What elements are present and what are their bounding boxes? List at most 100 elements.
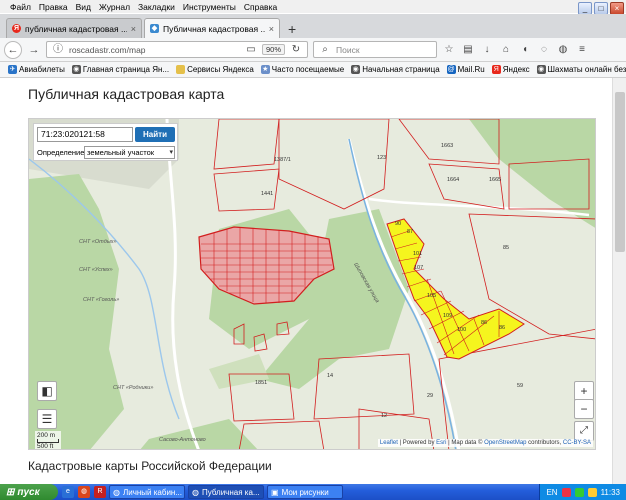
url-bar[interactable]: ⓘ roscadastr.com/map ▭ 90% ↻ (46, 41, 308, 58)
scrollbar-thumb[interactable] (615, 92, 625, 252)
tab-cadastral-2[interactable]: ◆ Публичная кадастровая ... × (144, 18, 280, 38)
volume-icon[interactable] (587, 487, 597, 497)
mailru-icon: @ (446, 65, 456, 74)
folder-icon: ▣ (271, 487, 279, 497)
menu-bar: Файл Правка Вид Журнал Закладки Инструме… (0, 0, 626, 15)
menu-help[interactable]: Справка (240, 2, 281, 12)
definition-select[interactable]: земельный участок ▾ (84, 146, 175, 159)
tab-strip: Я публичная кадастровая ... × ◆ Публична… (0, 14, 626, 38)
bookmark-item[interactable]: ★ Часто посещаемые (260, 65, 344, 74)
library-icon[interactable]: ▤ (461, 43, 475, 57)
zoom-in-button[interactable]: + (574, 381, 594, 401)
forward-arrow-icon[interactable]: → (27, 42, 41, 58)
bookmark-item[interactable]: ◉ Начальная страница (351, 65, 440, 74)
search-placeholder: Поиск (336, 44, 360, 55)
place-label: СНТ «Гоголь» (83, 297, 119, 303)
bookmark-item[interactable]: Я Яндекс (491, 65, 530, 74)
globe-icon: ◉ (536, 65, 546, 74)
menu-view[interactable]: Вид (72, 2, 95, 12)
place-label: СНТ «Отдых» (79, 239, 117, 245)
chevron-down-icon: ▾ (169, 149, 173, 156)
parcel-label: 1851 (255, 380, 267, 386)
chat-icon[interactable]: ◌ (537, 43, 551, 57)
map-canvas[interactable]: 1387/1 123 1663 1664 1665 1441 85 87 101… (29, 119, 596, 450)
ie-icon[interactable]: e (62, 486, 74, 498)
osm-link[interactable]: OpenStreetMap (484, 440, 526, 446)
bookmark-item[interactable]: ◉Шахматы онлайн без ... (536, 65, 626, 74)
section-title: Кадастровые карты Российской Федерации (28, 459, 272, 473)
parcel-label: 86 (481, 320, 487, 326)
tab-close-icon[interactable]: × (131, 24, 136, 34)
windows-logo-icon: ⊞ (6, 486, 15, 498)
tab-label: Публичная кадастровая ... (163, 23, 265, 34)
info-icon[interactable]: ⓘ (51, 43, 65, 57)
parcel-label: 86 (499, 325, 505, 331)
reader-view-icon[interactable]: ▭ (244, 43, 258, 57)
menu-edit[interactable]: Правка (35, 2, 72, 12)
app-r-icon[interactable]: R (94, 486, 106, 498)
plane-icon: ✈ (8, 65, 17, 74)
scale-feet: 500 ft (37, 443, 54, 450)
language-indicator[interactable]: EN (546, 488, 557, 497)
search-icon: ⌕ (322, 43, 328, 55)
hamburger-menu-icon[interactable]: ≡ (575, 43, 589, 57)
parcel-label: 14 (327, 373, 333, 379)
esri-link[interactable]: Esri (436, 440, 446, 446)
taskbar-item[interactable]: ▣ Мои рисунки (267, 485, 343, 499)
parcel-label: 90 (395, 221, 401, 227)
page-scrollbar[interactable] (612, 78, 626, 484)
home-icon[interactable]: ⌂ (499, 43, 513, 57)
back-arrow-icon[interactable]: ← (4, 40, 22, 59)
menu-history[interactable]: Журнал (95, 2, 134, 12)
parcel-label: 1665 (489, 177, 501, 183)
tab-cadastral-1[interactable]: Я публичная кадастровая ... × (6, 18, 142, 38)
url-text[interactable]: roscadastr.com/map (69, 45, 240, 55)
cadastral-map[interactable]: 1387/1 123 1663 1664 1665 1441 85 87 101… (28, 118, 596, 450)
cadastral-search-panel: 71:23:020121:58 Найти Определение: земел… (33, 123, 178, 161)
bookmark-item[interactable]: ◉ Главная страница Ян... (71, 65, 169, 74)
fullscreen-extent-button[interactable]: ◧ (37, 381, 57, 401)
layers-button[interactable]: ☰ (37, 409, 57, 429)
leaflet-link[interactable]: Leaflet (380, 440, 398, 446)
bookmark-folder[interactable]: Сервисы Яндекса (176, 65, 254, 74)
tab-close-icon[interactable]: × (269, 24, 274, 34)
place-label: СНТ «Успех» (79, 267, 113, 273)
start-button[interactable]: ⊞ пуск (0, 484, 58, 500)
tab-label: публичная кадастровая ... (25, 23, 127, 34)
menu-bookmarks[interactable]: Закладки (134, 2, 179, 12)
parcel-label: 1387/1 (274, 157, 291, 163)
new-tab-button[interactable]: + (282, 20, 302, 38)
firefox-icon: ◍ (192, 487, 199, 497)
menu-file[interactable]: Файл (0, 2, 35, 12)
download-icon[interactable]: ↓ (480, 43, 494, 57)
firefox-account-icon[interactable]: ◍ (556, 43, 570, 57)
cadastral-number-input[interactable]: 71:23:020121:58 (37, 127, 133, 142)
bookmark-star-icon[interactable]: ☆ (442, 43, 456, 57)
taskbar-item[interactable]: ◍ Личный кабин... (109, 485, 185, 499)
taskbar-item-active[interactable]: ◍ Публичная ка... (188, 485, 264, 499)
reload-icon[interactable]: ↻ (289, 43, 303, 57)
network-icon[interactable] (574, 487, 584, 497)
bookmark-item[interactable]: @ Mail.Ru (446, 65, 485, 74)
place-label: СНТ «Родники» (113, 385, 153, 391)
firefox-icon[interactable]: ◍ (78, 486, 90, 498)
find-button[interactable]: Найти (135, 127, 175, 142)
page-content: Публичная кадастровая карта 1387/1 123 1… (0, 78, 612, 484)
expand-icon[interactable]: ⤢ (574, 421, 594, 441)
system-tray: EN 11:33 (539, 484, 626, 500)
folder-icon (176, 65, 186, 74)
map-attribution: Leaflet | Powered by Esri | Map data © O… (377, 439, 593, 447)
zoom-indicator[interactable]: 90% (261, 44, 285, 55)
definition-value: земельный участок (87, 148, 155, 157)
pocket-icon[interactable]: ◖ (518, 43, 532, 57)
menu-tools[interactable]: Инструменты (179, 2, 240, 12)
site-favicon-icon: ◆ (150, 24, 159, 33)
search-box[interactable]: ⌕ Поиск (313, 41, 437, 58)
parcel-label: 107 (414, 265, 423, 271)
zoom-out-button[interactable]: − (574, 399, 594, 419)
clock: 11:33 (600, 487, 620, 497)
tray-app-icon[interactable] (561, 487, 571, 497)
scale-bar: 200 m 500 ft (35, 431, 61, 450)
bookmark-item[interactable]: ✈ Авиабилеты (8, 65, 65, 74)
license-link[interactable]: CC-BY-SA (563, 440, 591, 446)
